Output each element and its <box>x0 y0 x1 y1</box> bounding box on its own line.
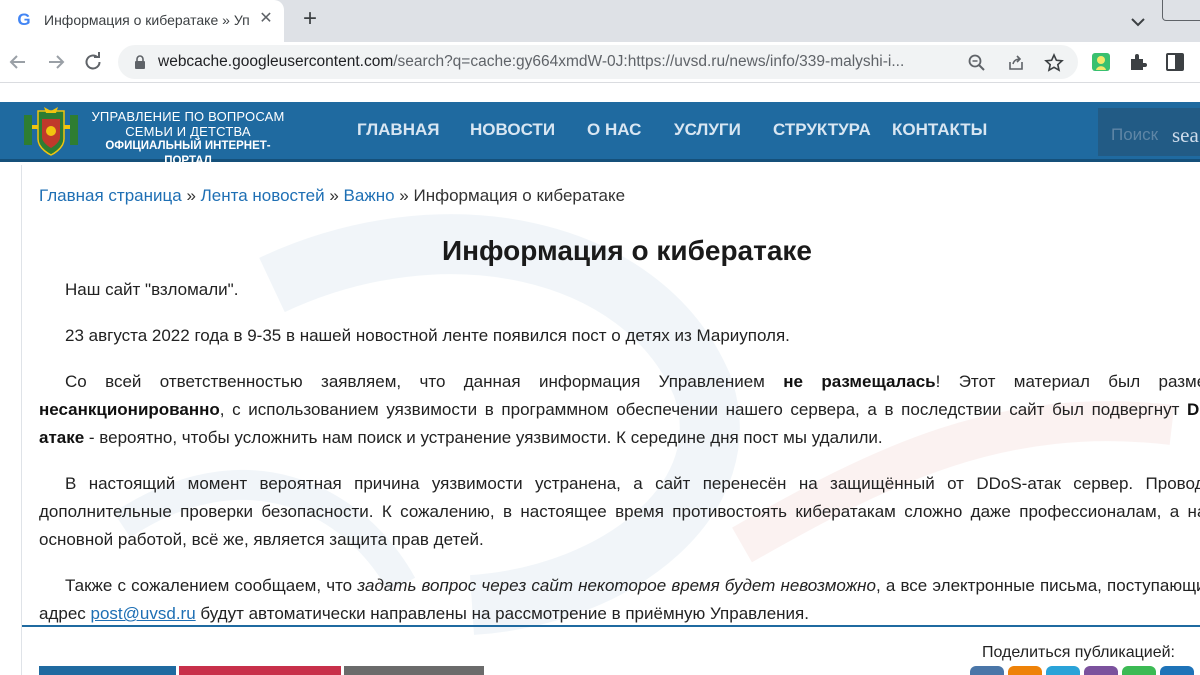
breadcrumb-news[interactable]: Лента новостей <box>201 186 325 205</box>
nav-item-news[interactable]: НОВОСТИ <box>470 120 555 142</box>
share-whatsapp-button[interactable] <box>1122 666 1156 675</box>
forward-arrow-icon[interactable] <box>44 50 68 74</box>
nav-item-home[interactable]: ГЛАВНАЯ <box>357 120 439 142</box>
lock-icon[interactable] <box>132 54 148 70</box>
emphasis-text: несанкционированно <box>39 400 220 419</box>
text-run: , с использованием уязвимости в программ… <box>219 400 1188 419</box>
text-run: ! Этот материал был размещён <box>935 372 1200 391</box>
text-run: Со всей ответственностью заявляем, что д… <box>65 372 784 391</box>
page-title: Информация о кибератаке <box>442 235 812 266</box>
article-paragraph: В настоящий момент вероятная причина уяз… <box>39 474 1200 549</box>
tab-search-chevron-icon[interactable] <box>1128 12 1148 32</box>
text-run: - вероятно, чтобы усложнить нам поиск и … <box>84 428 883 447</box>
org-name-line1: Управление по вопросам <box>91 109 285 124</box>
bookmark-star-icon[interactable] <box>1044 53 1064 73</box>
breadcrumb: Главная страница » Лента новостей » Важн… <box>39 186 625 206</box>
main-content: Главная страница » Лента новостей » Важн… <box>21 165 1200 675</box>
share-viber-button[interactable] <box>1084 666 1118 675</box>
site-search-field[interactable]: Поиск sea <box>1098 108 1200 156</box>
article-body: Наш сайт "взломали". 23 августа 2022 год… <box>39 276 1200 646</box>
email-link[interactable]: post@uvsd.ru <box>91 604 196 623</box>
breadcrumb-separator: » <box>329 186 339 205</box>
article-paragraph: Также с сожалением сообщаем, что задать … <box>39 572 1200 628</box>
breadcrumb-important[interactable]: Важно <box>344 186 395 205</box>
share-page-icon[interactable] <box>1006 53 1026 73</box>
tab-title: Информация о кибератаке » Уп <box>44 12 250 28</box>
bottom-action-button[interactable] <box>179 666 341 675</box>
share-label: Поделиться публикацией: <box>982 644 1175 661</box>
back-arrow-icon[interactable] <box>6 50 30 74</box>
emphasis-text: не размещалась <box>783 372 936 391</box>
nav-item-structure[interactable]: СТРУКТУРА <box>773 120 871 142</box>
nav-item-services[interactable]: УСЛУГИ <box>674 120 741 142</box>
breadcrumb-separator: » <box>399 186 409 205</box>
browser-toolbar: webcache.googleusercontent.com/search?q=… <box>0 42 1200 82</box>
tab-close-icon[interactable]: ✕ <box>257 10 275 28</box>
text-run: будут автоматически направлены на рассмо… <box>195 604 809 623</box>
article-paragraph: 23 августа 2022 года в 9-35 в нашей ново… <box>65 326 790 345</box>
breadcrumb-current: Информация о кибератаке <box>413 186 626 205</box>
extensions-puzzle-icon[interactable] <box>1126 50 1150 74</box>
org-name-line2: семьи и детства <box>125 124 251 139</box>
coat-of-arms-logo-icon[interactable] <box>22 105 80 157</box>
extension-green-icon[interactable] <box>1089 50 1113 74</box>
reload-icon[interactable] <box>81 50 105 74</box>
share-telegram-button[interactable] <box>1046 666 1080 675</box>
browser-tab-bar: G Информация о кибератаке » Уп ✕ + <box>0 0 1200 42</box>
url-text[interactable]: webcache.googleusercontent.com/search?q=… <box>158 53 948 73</box>
google-favicon-icon: G <box>17 10 31 29</box>
breadcrumb-home[interactable]: Главная страница <box>39 186 182 205</box>
address-bar[interactable]: webcache.googleusercontent.com/search?q=… <box>118 45 1078 79</box>
article-paragraph: Со всей ответственностью заявляем, что д… <box>39 368 1200 452</box>
zoom-search-icon[interactable] <box>967 53 987 73</box>
site-search-placeholder: Поиск <box>1111 125 1159 144</box>
share-ok-button[interactable] <box>1008 666 1042 675</box>
new-tab-button[interactable]: + <box>298 7 322 32</box>
browser-tab-active[interactable]: G Информация о кибератаке » Уп ✕ <box>0 0 284 42</box>
nav-item-about[interactable]: О НАС <box>587 120 641 142</box>
bottom-action-button[interactable] <box>344 666 484 675</box>
window-control-button[interactable] <box>1162 0 1200 21</box>
side-panel-icon[interactable] <box>1163 50 1187 74</box>
share-mail-button[interactable] <box>1160 666 1194 675</box>
content-divider <box>22 625 1200 627</box>
nav-item-contacts[interactable]: КОНТАКТЫ <box>892 120 987 142</box>
italic-text: задать вопрос через сайт некоторое время… <box>357 576 876 595</box>
share-vk-button[interactable] <box>970 666 1004 675</box>
site-search-button[interactable]: sea <box>1172 123 1199 148</box>
article-paragraph: Наш сайт "взломали". <box>65 280 239 299</box>
org-name[interactable]: Управление по вопросам семьи и детства о… <box>90 109 286 169</box>
bottom-action-button[interactable] <box>39 666 176 675</box>
breadcrumb-separator: » <box>186 186 196 205</box>
text-run: Также с сожалением сообщаем, что <box>65 576 358 595</box>
url-path: /search?q=cache:gy664xmdW-0J:https://uvs… <box>393 53 905 70</box>
toolbar-divider <box>0 82 1200 83</box>
site-header: Управление по вопросам семьи и детства о… <box>0 102 1200 167</box>
url-host: webcache.googleusercontent.com <box>158 53 394 70</box>
